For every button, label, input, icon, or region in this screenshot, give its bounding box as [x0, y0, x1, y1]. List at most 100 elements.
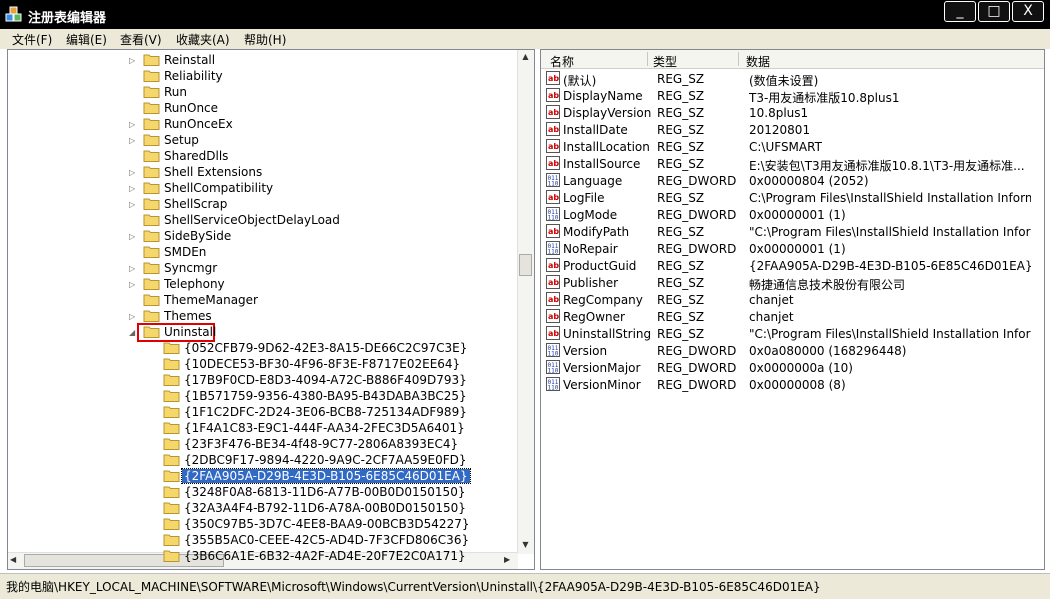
minimize-button[interactable]: _	[944, 1, 976, 22]
collapse-arrow-icon[interactable]: ◢	[129, 328, 138, 337]
value-name: ProductGuid	[563, 259, 637, 273]
expand-arrow-icon[interactable]: ▷	[129, 136, 138, 145]
value-row[interactable]: 011 110 NoRepair REG_DWORD 0x00000001 (1)	[546, 240, 1036, 257]
expand-arrow-icon[interactable]: ▷	[129, 312, 138, 321]
value-type: REG_SZ	[657, 293, 705, 307]
folder-icon	[143, 229, 160, 242]
value-row[interactable]: 011 110 VersionMajor REG_DWORD 0x0000000a (1…	[546, 359, 1036, 376]
value-data: 0x00000001 (1)	[749, 242, 846, 256]
close-button[interactable]: X	[1012, 1, 1044, 22]
status-path: 我的电脑\HKEY_LOCAL_MACHINE\SOFTWARE\Microso…	[6, 580, 821, 594]
expand-arrow-icon[interactable]: ▷	[129, 232, 138, 241]
tree-item-label: ShellScrap	[164, 197, 228, 211]
scroll-thumb[interactable]	[519, 254, 532, 276]
list-header: 名称 类型 数据	[541, 50, 1044, 69]
value-data: {2FAA905A-D29B-4E3D-B105-6E85C46D01EA}	[749, 259, 1031, 273]
scroll-left-arrow-icon[interactable]: ◀	[10, 555, 16, 564]
expand-arrow-icon[interactable]: ▷	[129, 200, 138, 209]
column-data[interactable]: 数据	[746, 53, 770, 70]
value-name: Version	[563, 344, 608, 358]
value-type: REG_SZ	[657, 123, 705, 137]
value-name: UninstallString	[563, 327, 652, 341]
string-value-icon: ab	[546, 122, 560, 136]
folder-icon	[143, 261, 160, 274]
expand-arrow-icon[interactable]: ▷	[129, 264, 138, 273]
value-row[interactable]: ab DisplayName REG_SZ T3-用友通标准版10.8plus1	[546, 87, 1036, 105]
values-list[interactable]: 名称 类型 数据 ab (默认) REG_SZ (数值未设置) ab DisplayNam…	[540, 49, 1045, 570]
value-row[interactable]: ab LogFile REG_SZ C:\Program Files\InstallS…	[546, 189, 1036, 206]
tree-item-label: Shell Extensions	[164, 165, 263, 179]
folder-icon	[143, 197, 160, 210]
folder-icon	[163, 517, 180, 530]
value-row[interactable]: ab UninstallString REG_SZ "C:\Program Files…	[546, 325, 1036, 342]
svg-text:ab: ab	[548, 278, 559, 287]
value-row[interactable]: 011 110 LogMode REG_DWORD 0x00000001 (1)	[546, 206, 1036, 223]
value-data: 10.8plus1	[749, 106, 809, 120]
menu-file[interactable]: 文件(F)	[12, 31, 52, 48]
value-row[interactable]: ab InstallSource REG_SZ E:\安装包\T3用友通标准版10.8…	[546, 155, 1036, 173]
value-row[interactable]: ab RegOwner REG_SZ chanjet	[546, 308, 1036, 325]
value-row[interactable]: ab DisplayVersion REG_SZ 10.8plus1	[546, 104, 1036, 121]
value-row[interactable]: 011 110 Version REG_DWORD 0x0a080000 (168296…	[546, 342, 1036, 359]
string-value-icon: ab	[546, 275, 560, 289]
svg-text:ab: ab	[548, 159, 559, 168]
value-row[interactable]: ab (默认) REG_SZ (数值未设置)	[546, 70, 1036, 88]
tree-item-label: SMDEn	[164, 245, 207, 259]
folder-icon	[163, 453, 180, 466]
value-row[interactable]: ab InstallLocation REG_SZ C:\UFSMART	[546, 138, 1036, 155]
scroll-up-arrow-icon[interactable]: ▲	[520, 52, 531, 63]
value-row[interactable]: 011 110 Language REG_DWORD 0x00000804 (2052)	[546, 172, 1036, 189]
value-row[interactable]: ab InstallDate REG_SZ 20120801	[546, 121, 1036, 138]
value-row[interactable]: ab RegCompany REG_SZ chanjet	[546, 291, 1036, 308]
column-separator[interactable]	[647, 52, 648, 66]
binary-value-icon: 011 110	[546, 377, 560, 392]
column-type[interactable]: 类型	[653, 53, 677, 70]
menu-help[interactable]: 帮助(H)	[244, 31, 286, 48]
scroll-down-arrow-icon[interactable]: ▼	[520, 540, 531, 551]
svg-text:ab: ab	[548, 329, 559, 338]
value-name: LogMode	[563, 208, 618, 222]
value-data: 0x00000804 (2052)	[749, 174, 869, 188]
value-type: REG_DWORD	[657, 361, 737, 375]
expand-arrow-icon[interactable]: ▷	[129, 56, 138, 65]
tree-item-label: {32A3A4F4-B792-11D6-A78A-00B0D0150150}	[184, 501, 466, 515]
value-type: REG_SZ	[657, 310, 705, 324]
value-name: InstallDate	[563, 123, 628, 137]
folder-icon	[163, 469, 180, 482]
expand-arrow-icon[interactable]: ▷	[129, 120, 138, 129]
expand-arrow-icon[interactable]: ▷	[129, 184, 138, 193]
menu-favorites[interactable]: 收藏夹(A)	[176, 31, 230, 48]
value-row[interactable]: 011 110 VersionMinor REG_DWORD 0x00000008 (8…	[546, 376, 1036, 393]
value-name: VersionMajor	[563, 361, 641, 375]
expand-arrow-icon[interactable]: ▷	[129, 280, 138, 289]
svg-text:110: 110	[548, 385, 559, 392]
tree-item-label: Reinstall	[164, 53, 216, 67]
value-name: RegOwner	[563, 310, 625, 324]
menu-edit[interactable]: 编辑(E)	[66, 31, 107, 48]
value-data: 0x00000008 (8)	[749, 378, 846, 392]
column-name[interactable]: 名称	[550, 53, 574, 70]
expand-arrow-icon[interactable]: ▷	[129, 168, 138, 177]
folder-icon	[143, 293, 160, 306]
string-value-icon: ab	[546, 139, 560, 153]
value-type: REG_SZ	[657, 106, 705, 120]
value-row[interactable]: ab Publisher REG_SZ 畅捷通信息技术股份有限公司	[546, 274, 1036, 292]
folder-icon	[163, 341, 180, 354]
menu-view[interactable]: 查看(V)	[120, 31, 162, 48]
string-value-icon: ab	[546, 71, 560, 85]
registry-tree[interactable]: ▲ ▼ ◀ ▶ ▷ Reinstall Reliability Run RunOnce ▷…	[7, 49, 535, 570]
value-row[interactable]: ab ProductGuid REG_SZ {2FAA905A-D29B-4E3D-B…	[546, 257, 1036, 274]
folder-icon	[143, 117, 160, 130]
svg-text:ab: ab	[548, 125, 559, 134]
tree-item-label: Telephony	[164, 277, 225, 291]
tree-item-label: Run	[164, 85, 188, 99]
column-separator[interactable]	[738, 52, 739, 66]
scroll-right-arrow-icon[interactable]: ▶	[504, 555, 510, 564]
value-data: 0x0a080000 (168296448)	[749, 344, 907, 358]
tree-vertical-scrollbar[interactable]: ▲ ▼	[517, 50, 534, 554]
value-name: NoRepair	[563, 242, 618, 256]
maximize-button[interactable]: □	[978, 1, 1010, 22]
value-name: Publisher	[563, 276, 619, 290]
value-row[interactable]: ab ModifyPath REG_SZ "C:\Program Files\Inst…	[546, 223, 1036, 240]
value-name: DisplayVersion	[563, 106, 652, 120]
